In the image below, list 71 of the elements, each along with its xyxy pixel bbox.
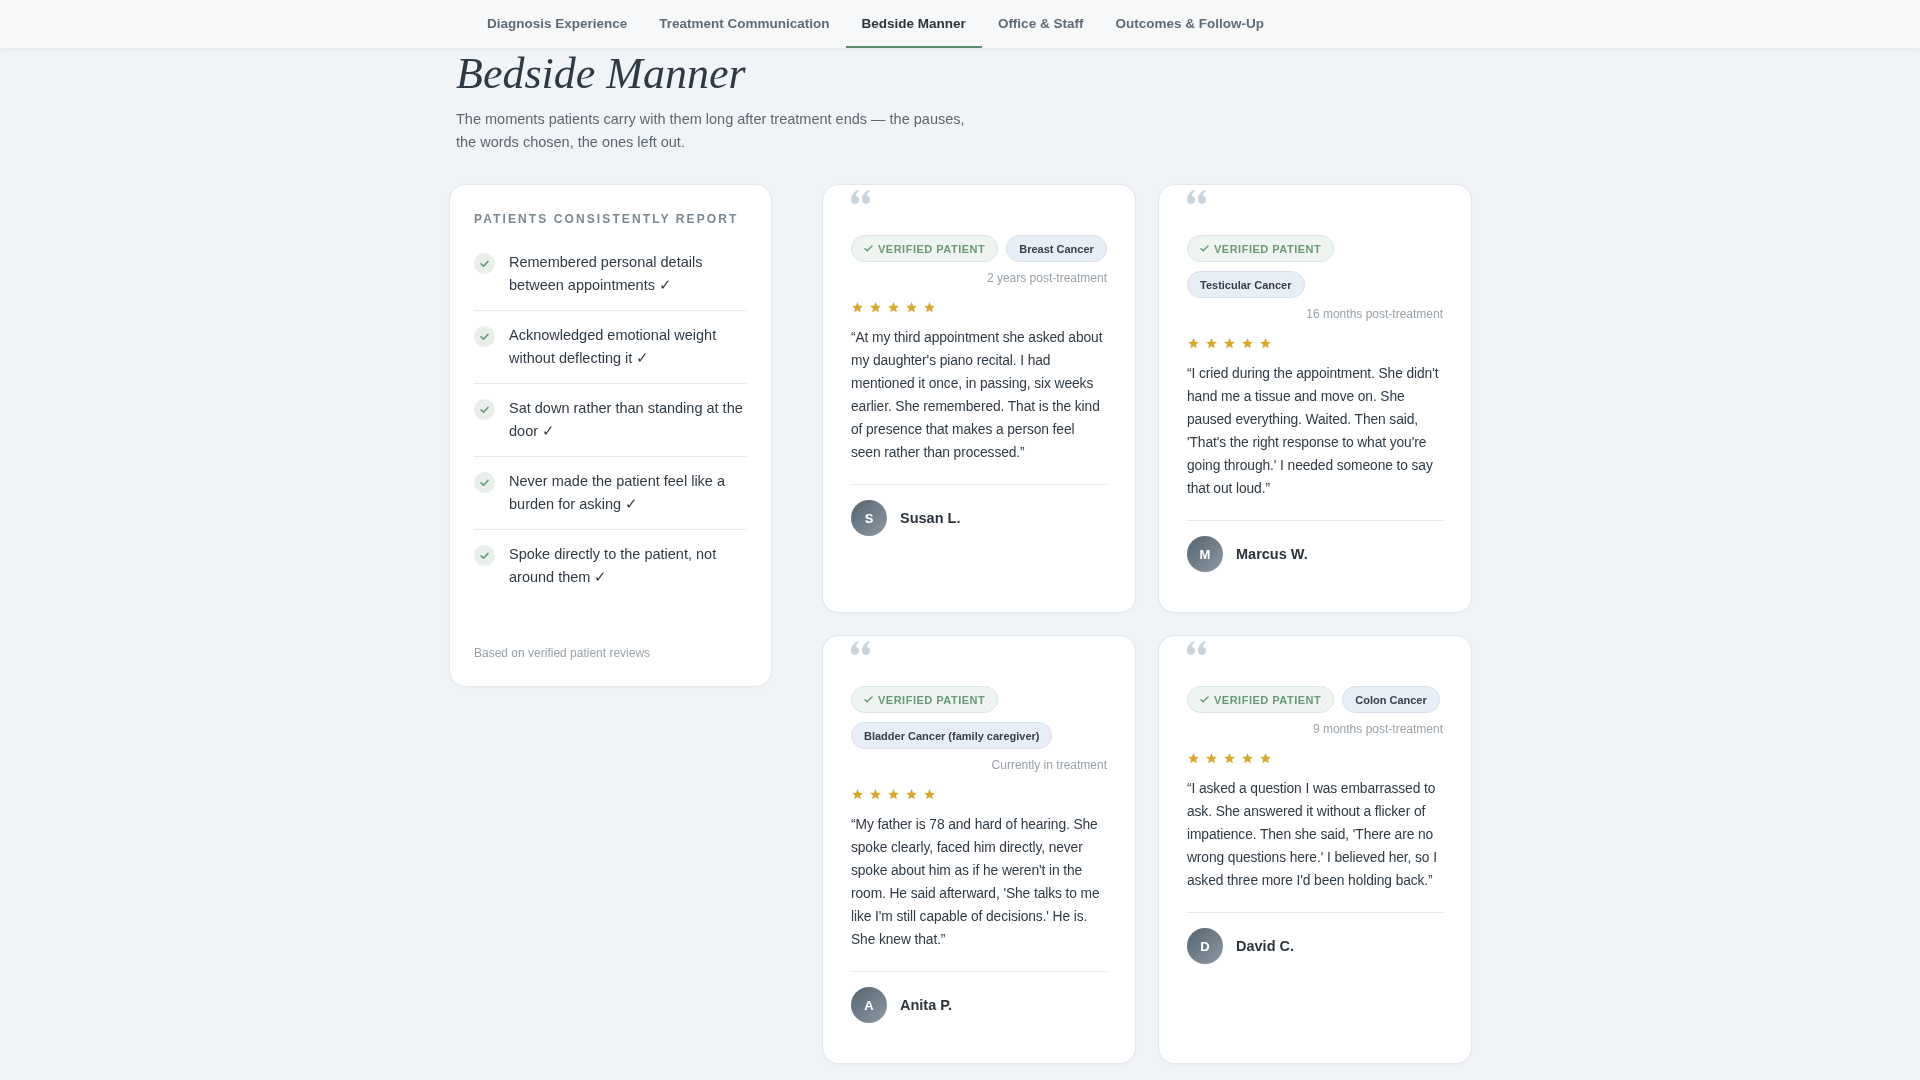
summary-item: Acknowledged emotional weight without deflecting it ✓ [509, 326, 718, 368]
condition-tag: Colon Cancer [1342, 686, 1440, 713]
condition-tag: Bladder Cancer (family caregiver) [851, 722, 1053, 749]
summary-item: Remembered personal details between appointments ✓ [509, 253, 704, 295]
condition-tag: Testicular Cancer [1187, 271, 1305, 298]
check-icon [1200, 695, 1209, 704]
star-icon [869, 788, 882, 801]
treatment-timing: 16 months post-treatment [1305, 307, 1443, 321]
star-icon [923, 788, 936, 801]
avatar: M [1187, 536, 1223, 572]
avatar: S [851, 500, 887, 536]
check-icon [1200, 244, 1209, 253]
quote-mark-icon [850, 189, 872, 206]
reviewer-name: David C. [1236, 938, 1294, 954]
condition-tag: Breast Cancer [1006, 235, 1107, 262]
star-icon [1259, 337, 1272, 350]
nav-tab[interactable]: Office & Staff [981, 0, 1100, 48]
verified-badge: VERIFIED PATIENT [1187, 686, 1335, 713]
star-icon [923, 301, 936, 314]
summary-item: Never made the patient feel like a burden for asking ✓ [509, 472, 726, 514]
check-icon [474, 253, 495, 274]
star-icon [1187, 337, 1200, 350]
quote-mark-icon [1186, 189, 1208, 206]
avatar: A [851, 987, 887, 1023]
review-text: “I cried during the appointment. She didn't hand me a tissue and move on. She paused everything. Waited. Then said, 'That's the right response to what you're going through.' I needed someone to say that out loud.” [1187, 365, 1440, 498]
page-title: Bedside Manner [456, 50, 747, 98]
verified-badge: VERIFIED PATIENT [851, 686, 999, 713]
star-icon [887, 301, 900, 314]
check-icon [864, 695, 873, 704]
check-icon [474, 472, 495, 493]
star-icon [1259, 752, 1272, 765]
treatment-timing: 9 months post-treatment [1311, 722, 1443, 736]
summary-item: Spoke directly to the patient, not around them ✓ [509, 545, 718, 587]
summary-heading: PATIENTS CONSISTENTLY REPORT [474, 211, 739, 227]
star-icon [851, 301, 864, 314]
reviewer-name: Anita P. [900, 997, 953, 1013]
quote-mark-icon [850, 640, 872, 657]
check-icon [864, 244, 873, 253]
star-icon [1187, 752, 1200, 765]
nav-tab[interactable]: Treatment Communication [643, 0, 846, 48]
star-icon [869, 301, 882, 314]
review-text: “My father is 78 and hard of hearing. She spoke clearly, faced him directly, never spoke about him as if he weren't in the room. He said afterward, 'She talks to me like I'm still capable of decisions.' He is. She knew that.” [851, 816, 1101, 949]
star-icon [1241, 337, 1254, 350]
summary-item: Sat down rather than standing at the door ✓ [509, 399, 744, 441]
footnote: Based on verified patient reviews [474, 646, 652, 660]
star-icon [887, 788, 900, 801]
star-icon [905, 301, 918, 314]
treatment-timing: Currently in treatment [990, 758, 1107, 772]
review-text: “At my third appointment she asked about my daughter's piano recital. I had mentioned it once, in passing, six weeks earlier. She remembered. That is the kind of presence that makes a person feel seen rather than processed.” [851, 329, 1104, 462]
review-text: “I asked a question I was embarrassed to ask. She answered it without a flicker of impatience. Then she said, 'There are no wrong questions here.' I believed her, so I asked three more I'd been holding back.” [1187, 780, 1438, 890]
reviewer-name: Marcus W. [1236, 546, 1308, 562]
star-icon [1205, 337, 1218, 350]
nav-tab[interactable]: Outcomes & Follow-Up [1099, 0, 1280, 48]
verified-badge: VERIFIED PATIENT [851, 235, 999, 262]
star-icon [1223, 752, 1236, 765]
nav-tab[interactable]: Diagnosis Experience [471, 0, 644, 48]
reviewer-name: Susan L. [900, 510, 961, 526]
quote-mark-icon [1186, 640, 1208, 657]
check-icon [474, 399, 495, 420]
avatar: D [1187, 928, 1223, 964]
treatment-timing: 2 years post-treatment [985, 271, 1107, 285]
check-icon [474, 545, 495, 566]
nav-tab[interactable]: Bedside Manner [845, 0, 982, 48]
star-icon [905, 788, 918, 801]
star-icon [1241, 752, 1254, 765]
star-icon [851, 788, 864, 801]
check-icon [474, 326, 495, 347]
star-icon [1205, 752, 1218, 765]
verified-badge: VERIFIED PATIENT [1187, 235, 1335, 262]
star-icon [1223, 337, 1236, 350]
page-description: The moments patients carry with them long after treatment ends — the pauses, the words chosen, the ones left out. [456, 110, 966, 152]
